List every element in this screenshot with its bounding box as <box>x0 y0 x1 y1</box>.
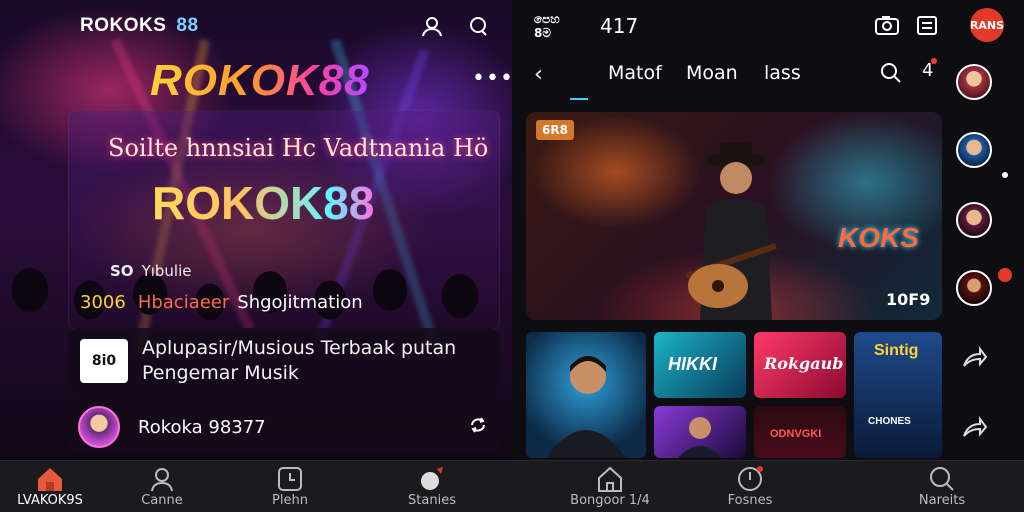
nav-item-plan[interactable]: Plehn <box>240 465 340 512</box>
search-icon <box>892 465 992 493</box>
library-icon[interactable] <box>916 14 938 40</box>
tab-1[interactable]: Matof <box>608 62 662 84</box>
card-badge: 8i0 <box>80 339 128 383</box>
singer-illustration <box>546 356 626 458</box>
search-icon[interactable] <box>880 62 902 88</box>
tab-3[interactable]: lass <box>764 62 801 84</box>
nav-item-home[interactable]: LVAKOK9S <box>0 465 100 512</box>
featured-title: KOKS <box>838 222 919 253</box>
home-icon <box>0 465 100 493</box>
thumbnail-card[interactable] <box>654 406 746 458</box>
nav-item-fosnes[interactable]: Fosnes <box>700 465 800 512</box>
left-top-icons <box>420 14 490 38</box>
thumbnail-card[interactable]: Rokgaub <box>754 332 846 398</box>
profile-badge[interactable]: RANS <box>970 8 1004 42</box>
right-panel: පෙහ 8ම 417 RANS ‹ Matof Moan lass 4 6R8 … <box>512 0 1024 460</box>
home-outline-icon <box>560 465 660 493</box>
app-root: { "left": { "brand": "ROKOKS", "brand_nu… <box>0 0 1024 512</box>
nav-item-stories[interactable]: Stanies <box>382 465 482 512</box>
banner-info: 3006 Hbaciaeer Shgojitmation <box>80 292 363 313</box>
timer-icon <box>700 465 800 493</box>
side-action-bar <box>954 112 1012 460</box>
thumbnail-card[interactable] <box>526 332 646 458</box>
notification-count[interactable]: 4 <box>922 58 938 81</box>
nav-item-game[interactable]: Canne <box>112 465 212 512</box>
user-card[interactable]: Rokoka 98377 <box>68 402 500 452</box>
more-dot <box>1002 172 1008 178</box>
featured-tag: 6R8 <box>536 120 574 140</box>
chat-icon[interactable] <box>466 14 490 38</box>
music-note-icon <box>382 465 482 493</box>
bottom-nav: LVAKOK9S Canne Plehn Stanies Bongoor 1/4… <box>0 460 1024 512</box>
thumbnail-card[interactable]: Sintig CHONES <box>854 332 942 458</box>
thumbnail-grid: HIKKI Rokgaub Sintig CHONES ODNVGKI <box>526 332 942 460</box>
back-arrow-icon[interactable]: ‹ <box>534 62 543 87</box>
profile-icon[interactable] <box>420 14 444 38</box>
nav-item-bongoor[interactable]: Bongoor 1/4 <box>560 465 660 512</box>
share-arrow-icon[interactable] <box>960 344 988 376</box>
featured-banner[interactable]: 6R8 KOKS 10F9 <box>526 112 942 320</box>
share-icon[interactable] <box>468 415 488 439</box>
tab-2[interactable]: Moan <box>686 62 738 84</box>
person-icon <box>112 465 212 493</box>
thumbnail-card[interactable]: HIKKI <box>654 332 746 398</box>
banner-tagline: Soilte hnnsiai Hc Vadtnania Hö <box>108 134 489 162</box>
forward-arrow-icon[interactable] <box>960 414 988 446</box>
card-text: Aplupasir/Musious Terbaak putan Pengemar … <box>142 337 457 384</box>
brand-name: ROKOKS 88 <box>80 15 199 36</box>
thumbnail-card[interactable]: ODNVGKI <box>754 406 846 458</box>
guitarist-illustration <box>685 142 777 320</box>
banner-stat: SO Yıbulie <box>110 262 192 280</box>
app-logo: ROKOK88 <box>150 56 370 105</box>
clock-icon <box>240 465 340 493</box>
banner-logo: ROKOK88 <box>152 177 375 229</box>
avatar[interactable] <box>956 132 992 168</box>
info-card[interactable]: 8i0 Aplupasir/Musious Terbaak putan Penge… <box>68 328 500 394</box>
tab-indicator <box>570 98 588 100</box>
nav-item-search[interactable]: Nareits <box>892 465 992 512</box>
camera-icon[interactable] <box>874 14 900 40</box>
record-dot <box>998 268 1012 282</box>
featured-count: 10F9 <box>886 290 931 309</box>
left-top-bar: ROKOKS 88 <box>0 0 512 52</box>
status-label: පෙහ 8ම <box>534 12 560 40</box>
right-top-bar: පෙහ 8ම 417 RANS <box>512 0 1024 52</box>
avatar[interactable] <box>956 270 992 306</box>
more-options-icon[interactable]: ••• <box>472 66 512 91</box>
user-name: Rokoka 98377 <box>138 416 266 438</box>
performer-illustration <box>678 417 722 458</box>
avatar[interactable] <box>78 406 120 448</box>
left-panel: ROKOKS 88 ROKOK88 ••• Soilte hnnsiai Hc V… <box>0 0 512 460</box>
avatar[interactable] <box>956 64 992 100</box>
status-count: 417 <box>600 14 639 38</box>
avatar[interactable] <box>956 202 992 238</box>
